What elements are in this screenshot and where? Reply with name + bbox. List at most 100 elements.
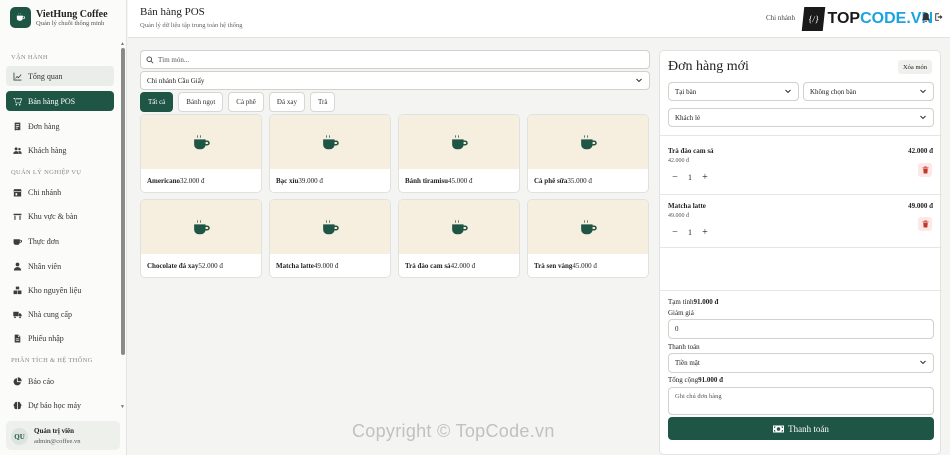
checkout-button[interactable]: Thanh toán (668, 417, 934, 440)
chevron-down-icon (920, 360, 926, 365)
increment-button[interactable]: + (698, 172, 712, 183)
product-name-price: Bạc xỉu39.000 đ (276, 177, 323, 185)
quantity-stepper: − 1 + (668, 227, 712, 238)
user-icon (13, 262, 22, 270)
sidebar-item-areas-tables[interactable]: Khu vực & bàn (6, 206, 114, 226)
remove-item-button[interactable] (918, 163, 932, 177)
order-type-select[interactable]: Tại bàn (668, 82, 799, 101)
divider (660, 135, 942, 136)
subtotal-row: Tạm tính91.000 đ (668, 298, 718, 306)
product-card[interactable]: Cà phê sữa35.000 đ (527, 114, 649, 193)
total-row: Tổng cộng91.000 đ (668, 376, 723, 384)
product-name: Chocolate đá xay (147, 262, 199, 270)
branch-select[interactable]: Chi nhánh Cầu Giấy (140, 71, 650, 90)
order-item-total: 49.000 đ (908, 202, 933, 210)
sidebar-item-branches[interactable]: Chi nhánh (6, 182, 114, 202)
sidebar-item-inventory[interactable]: Kho nguyên liệu (6, 280, 114, 300)
sidebar-item-menu[interactable]: Thực đơn (6, 231, 114, 251)
sidebar-item-customers[interactable]: Khách hàng (6, 140, 114, 160)
coffee-cup-icon (452, 219, 468, 235)
order-item-name: Trà đào cam sả (668, 147, 714, 155)
logout-icon[interactable] (934, 12, 946, 24)
tab-all[interactable]: Tất cả (140, 92, 174, 112)
trash-icon (922, 166, 928, 174)
code-brackets-icon: {/} (801, 7, 826, 31)
brain-icon (13, 401, 22, 409)
section-title-operations: VẬN HÀNH (11, 54, 48, 61)
order-title: Đơn hàng mới (668, 59, 749, 74)
brand-logo (10, 7, 31, 28)
sidebar-item-staff[interactable]: Nhân viên (6, 256, 114, 276)
customer-select[interactable]: Khách lẻ (668, 108, 934, 127)
product-price: 35.000 đ (567, 177, 592, 185)
table-icon (13, 213, 22, 220)
sidebar-item-label: Đơn hàng (28, 121, 60, 131)
trash-icon (922, 220, 928, 228)
subtotal-value: 91.000 đ (693, 298, 719, 306)
quantity-stepper: − 1 + (668, 172, 712, 183)
chart-line-icon (13, 72, 22, 80)
payment-method-value: Tiền mặt (675, 359, 700, 367)
product-name: Trà sen vàng (534, 262, 573, 270)
tab-pastries[interactable]: Bánh ngọt (178, 92, 224, 112)
user-card[interactable]: QU Quản trị viên admin@coffee.vn (6, 421, 120, 450)
sidebar-item-reports[interactable]: Báo cáo (6, 371, 114, 391)
product-card[interactable]: Americano32.000 đ (140, 114, 262, 193)
chevron-down-icon (785, 89, 791, 94)
brand-tagline: Quản lý chuỗi thông minh (36, 19, 105, 27)
product-name-price: Trà đào cam sả42.000 đ (405, 262, 475, 270)
tab-tea[interactable]: Trà (309, 92, 336, 112)
payment-method-select[interactable]: Tiền mặt (668, 353, 934, 373)
product-card[interactable]: Trà đào cam sả42.000 đ (398, 199, 520, 278)
sidebar-item-overview[interactable]: Tổng quan (6, 66, 114, 86)
category-tabs: Tất cả Bánh ngọt Cà phê Đá xay Trà (140, 92, 340, 112)
increment-button[interactable]: + (698, 227, 712, 238)
scroll-up-arrow-icon[interactable]: ▲ (120, 42, 125, 47)
brand[interactable]: VietHung Coffee Quản lý chuỗi thông minh (10, 7, 108, 28)
product-card[interactable]: Bạc xỉu39.000 đ (269, 114, 391, 193)
product-card[interactable]: Matcha latte49.000 đ (269, 199, 391, 278)
product-price: 45.000 đ (447, 177, 473, 185)
search-input[interactable]: Tìm món... (140, 50, 650, 69)
sidebar-scroll-thumb[interactable] (121, 48, 125, 355)
sidebar-item-label: Phiếu nhập (28, 333, 64, 343)
scroll-down-arrow-icon[interactable]: ▼ (120, 405, 125, 410)
product-image (528, 115, 648, 169)
sidebar-item-purchase-receipts[interactable]: Phiếu nhập (6, 328, 114, 348)
product-image (270, 200, 390, 254)
order-type-value: Tại bàn (675, 88, 697, 96)
bell-icon[interactable] (921, 12, 933, 24)
table-select[interactable]: Không chọn bàn (803, 82, 934, 101)
sidebar-item-suppliers[interactable]: Nhà cung cấp (6, 304, 114, 324)
product-card[interactable]: Chocolate đá xay52.000 đ (140, 199, 262, 278)
search-icon (146, 56, 154, 64)
sidebar-item-pos[interactable]: Bán hàng POS (6, 91, 114, 111)
product-name-price: Americano32.000 đ (147, 177, 205, 185)
sidebar-item-ml-forecast[interactable]: Dự báo học máy (6, 395, 114, 415)
product-card[interactable]: Bánh tiramisu45.000 đ (398, 114, 520, 193)
sidebar-item-orders[interactable]: Đơn hàng (6, 116, 114, 136)
mug-icon (13, 238, 22, 245)
product-name: Matcha latte (276, 262, 314, 270)
product-name-price: Bánh tiramisu45.000 đ (405, 177, 472, 185)
users-icon (13, 146, 22, 154)
order-item-total: 42.000 đ (908, 147, 933, 155)
avatar: QU (11, 428, 28, 445)
decrement-button[interactable]: − (668, 172, 682, 183)
clear-items-button[interactable]: Xóa món (897, 60, 932, 74)
product-name-price: Cà phê sữa35.000 đ (534, 177, 592, 185)
product-price: 45.000 đ (572, 262, 597, 270)
product-card[interactable]: Trà sen vàng45.000 đ (527, 199, 649, 278)
remove-item-button[interactable] (918, 217, 932, 231)
tab-coffee[interactable]: Cà phê (228, 92, 264, 112)
copyright-watermark: Copyright © TopCode.vn (352, 421, 555, 441)
discount-input[interactable]: 0 (668, 319, 934, 339)
quantity-value[interactable]: 1 (682, 173, 698, 182)
watermark-logo-text: TOPCODE.VN (827, 10, 933, 28)
coffee-cup-icon (452, 134, 468, 150)
decrement-button[interactable]: − (668, 227, 682, 238)
pie-chart-icon (13, 376, 22, 385)
quantity-value[interactable]: 1 (682, 228, 698, 237)
order-note-textarea[interactable]: Ghi chú đơn hàng (668, 387, 934, 415)
tab-blended[interactable]: Đá xay (268, 92, 305, 112)
